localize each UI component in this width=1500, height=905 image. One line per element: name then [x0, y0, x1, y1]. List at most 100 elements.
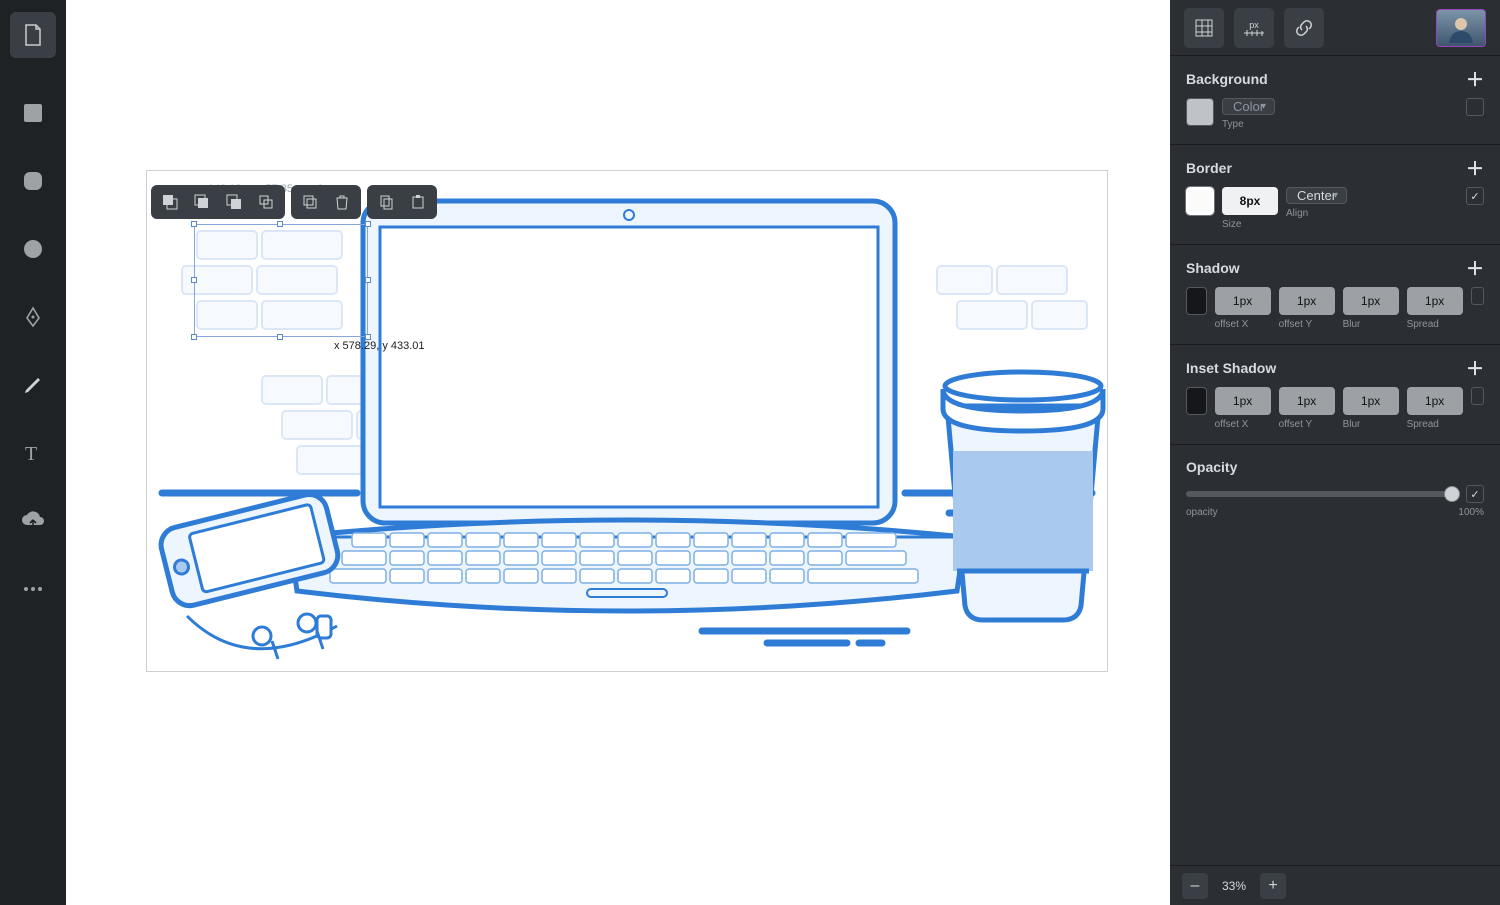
link-icon — [1294, 18, 1314, 38]
border-section: Border ＋ 8px Size Center ▾ Align — [1170, 145, 1500, 245]
background-type-value: Color — [1233, 99, 1264, 114]
border-color-swatch[interactable] — [1186, 187, 1214, 215]
add-inset-shadow[interactable]: ＋ — [1466, 359, 1484, 377]
inset-blur-input[interactable]: 1px — [1343, 387, 1399, 415]
shadow-offsetx-input[interactable]: 1px — [1215, 287, 1271, 315]
text-icon: T — [22, 442, 44, 464]
zoom-in-button[interactable]: + — [1260, 873, 1286, 899]
layer-front-icon — [162, 194, 178, 210]
pencil-icon — [22, 374, 44, 396]
send-back-button[interactable] — [253, 189, 279, 215]
trash-icon — [335, 194, 349, 210]
add-border[interactable]: ＋ — [1466, 159, 1484, 177]
shadow-offsety-input[interactable]: 1px — [1279, 287, 1335, 315]
shadow-title: Shadow — [1186, 260, 1240, 276]
cloud-upload-icon — [21, 511, 45, 531]
duplicate-icon — [302, 194, 318, 210]
inset-offsetx-input[interactable]: 1px — [1215, 387, 1271, 415]
border-enable-checkbox[interactable] — [1466, 187, 1484, 205]
inset-shadow-section: Inset Shadow ＋ 1pxoffset X 1pxoffset Y 1… — [1170, 345, 1500, 445]
rounded-rectangle-tool[interactable] — [18, 166, 48, 196]
zoom-bar: – 33% + — [1170, 865, 1500, 905]
background-enable-checkbox[interactable] — [1466, 98, 1484, 116]
copy-style-button[interactable] — [373, 189, 399, 215]
pencil-tool[interactable] — [18, 370, 48, 400]
properties-top-bar: px — [1170, 0, 1500, 56]
more-tools[interactable] — [18, 574, 48, 604]
duplicate-button[interactable] — [297, 189, 323, 215]
inset-shadow-title: Inset Shadow — [1186, 360, 1276, 376]
document-icon — [23, 24, 43, 46]
grid-icon — [1194, 18, 1214, 38]
link-toggle[interactable] — [1284, 8, 1324, 48]
chevron-down-icon: ▾ — [1261, 101, 1266, 112]
context-toolbar — [151, 185, 437, 219]
background-swatch[interactable] — [1186, 98, 1214, 126]
resize-handle-mid-left[interactable] — [191, 277, 197, 283]
background-type-label: Type — [1222, 119, 1244, 130]
inset-shadow-color-swatch[interactable] — [1186, 387, 1207, 415]
square-icon — [22, 102, 44, 124]
rounded-square-icon — [22, 170, 44, 192]
opacity-value: 100% — [1458, 507, 1484, 518]
layer-back-icon — [258, 194, 274, 210]
resize-handle-bottom-left[interactable] — [191, 334, 197, 340]
background-section: Background ＋ Color ▾ Type — [1170, 56, 1500, 145]
bring-forward-button[interactable] — [189, 189, 215, 215]
resize-handle-bottom-mid[interactable] — [277, 334, 283, 340]
upload-tool[interactable] — [18, 506, 48, 536]
inset-spread-input[interactable]: 1px — [1407, 387, 1463, 415]
shadow-section: Shadow ＋ 1pxoffset X 1pxoffset Y 1pxBlur… — [1170, 245, 1500, 345]
cursor-coordinates: x 578.29, y 433.01 — [334, 340, 425, 352]
zoom-value: 33% — [1214, 879, 1254, 893]
chevron-down-icon: ▾ — [1333, 190, 1338, 201]
delete-button[interactable] — [329, 189, 355, 215]
slider-knob[interactable] — [1444, 486, 1460, 502]
border-align-dropdown[interactable]: Center ▾ — [1286, 187, 1347, 204]
ruler-toggle[interactable]: px — [1234, 8, 1274, 48]
document-button[interactable] — [10, 12, 56, 58]
rectangle-tool[interactable] — [18, 98, 48, 128]
avatar-icon — [1446, 13, 1476, 43]
selection-outline[interactable] — [194, 224, 368, 337]
shadow-enable-checkbox[interactable] — [1471, 287, 1484, 305]
svg-text:T: T — [25, 443, 37, 464]
shadow-blur-input[interactable]: 1px — [1343, 287, 1399, 315]
ellipsis-icon — [22, 586, 44, 592]
opacity-enable-checkbox[interactable] — [1466, 485, 1484, 503]
add-shadow[interactable]: ＋ — [1466, 259, 1484, 277]
canvas[interactable]: - 142.18px × 57.85px × 0 x 578.29, y 433… — [66, 0, 1170, 905]
resize-handle-top-mid[interactable] — [277, 221, 283, 227]
resize-handle-top-left[interactable] — [191, 221, 197, 227]
ellipse-tool[interactable] — [18, 234, 48, 264]
paste-icon — [410, 194, 426, 210]
border-size-input[interactable]: 8px — [1222, 187, 1278, 215]
background-type-dropdown[interactable]: Color ▾ — [1222, 98, 1275, 115]
grid-toggle[interactable] — [1184, 8, 1224, 48]
inset-offsety-input[interactable]: 1px — [1279, 387, 1335, 415]
border-size-label: Size — [1222, 219, 1241, 230]
shadow-spread-input[interactable]: 1px — [1407, 287, 1463, 315]
pen-nib-icon — [22, 306, 44, 328]
paste-style-button[interactable] — [405, 189, 431, 215]
border-align-value: Center — [1297, 188, 1336, 203]
inset-shadow-enable-checkbox[interactable] — [1471, 387, 1484, 405]
border-align-label: Align — [1286, 208, 1308, 219]
user-avatar[interactable] — [1436, 9, 1486, 47]
opacity-section: Opacity opacity 100% — [1170, 445, 1500, 532]
text-tool[interactable]: T — [18, 438, 48, 468]
add-background[interactable]: ＋ — [1466, 70, 1484, 88]
ruler-icon — [1244, 30, 1264, 36]
zoom-out-button[interactable]: – — [1182, 873, 1208, 899]
pen-tool[interactable] — [18, 302, 48, 332]
resize-handle-mid-right[interactable] — [365, 277, 371, 283]
resize-handle-top-right[interactable] — [365, 221, 371, 227]
shadow-color-swatch[interactable] — [1186, 287, 1207, 315]
px-label: px — [1249, 20, 1259, 30]
opacity-slider[interactable] — [1186, 491, 1458, 497]
bring-front-button[interactable] — [157, 189, 183, 215]
send-backward-button[interactable] — [221, 189, 247, 215]
copy-icon — [378, 194, 394, 210]
opacity-title: Opacity — [1186, 459, 1237, 475]
properties-panel: px Background ＋ Color ▾ — [1170, 0, 1500, 905]
